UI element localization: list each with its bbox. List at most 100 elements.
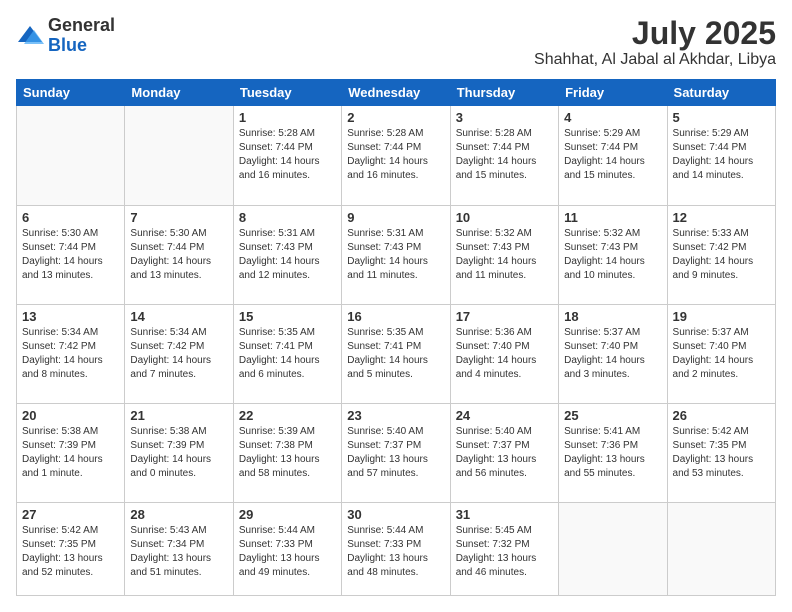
day-info: Sunrise: 5:38 AMSunset: 7:39 PMDaylight:… <box>130 425 227 481</box>
header: General Blue July 2025 Shahhat, Al Jabal… <box>16 16 776 69</box>
day-number: 18 <box>564 309 661 324</box>
calendar-cell: 28 Sunrise: 5:43 AMSunset: 7:34 PMDayligh… <box>125 503 233 596</box>
day-number: 12 <box>673 210 770 225</box>
day-info: Sunrise: 5:35 AMSunset: 7:41 PMDaylight:… <box>347 326 444 382</box>
day-number: 7 <box>130 210 227 225</box>
calendar-cell: 21Sunrise: 5:38 AMSunset: 7:39 PMDayligh… <box>125 404 233 503</box>
calendar-cell: 18 Sunrise: 5:37 AMSunset: 7:40 PMDayligh… <box>559 304 667 403</box>
day-info: Sunrise: 5:30 AMSunset: 7:44 PMDaylight:… <box>130 227 227 283</box>
calendar-cell <box>17 106 125 205</box>
day-number: 2 <box>347 110 444 125</box>
day-info: Sunrise: 5:44 AMSunset: 7:33 PMDaylight:… <box>239 524 336 580</box>
logo-text: General Blue <box>48 16 115 56</box>
day-number: 22 <box>239 408 336 423</box>
calendar-header-sunday: Sunday <box>17 80 125 106</box>
calendar-cell: 31 Sunrise: 5:45 AMSunset: 7:32 PMDayligh… <box>450 503 558 596</box>
day-info: Sunrise: 5:37 AMSunset: 7:40 PMDaylight:… <box>564 326 661 382</box>
calendar-cell: 30Sunrise: 5:44 AMSunset: 7:33 PMDayligh… <box>342 503 450 596</box>
day-info: Sunrise: 5:35 AMSunset: 7:41 PMDaylight:… <box>239 326 336 382</box>
day-info: Sunrise: 5:31 AMSunset: 7:43 PMDaylight:… <box>239 227 336 283</box>
day-number: 6 <box>22 210 119 225</box>
day-info: Sunrise: 5:31 AMSunset: 7:43 PMDaylight:… <box>347 227 444 283</box>
calendar-cell: 17 Sunrise: 5:36 AMSunset: 7:40 PMDayligh… <box>450 304 558 403</box>
calendar-header-saturday: Saturday <box>667 80 775 106</box>
day-info: Sunrise: 5:42 AMSunset: 7:35 PMDaylight:… <box>673 425 770 481</box>
location-title: Shahhat, Al Jabal al Akhdar, Libya <box>534 51 776 69</box>
day-info: Sunrise: 5:37 AMSunset: 7:40 PMDaylight:… <box>673 326 770 382</box>
day-info: Sunrise: 5:43 AMSunset: 7:34 PMDaylight:… <box>130 524 227 580</box>
calendar: SundayMondayTuesdayWednesdayThursdayFrid… <box>16 79 776 596</box>
day-number: 4 <box>564 110 661 125</box>
calendar-cell: 27 Sunrise: 5:42 AMSunset: 7:35 PMDayligh… <box>17 503 125 596</box>
calendar-cell: 26Sunrise: 5:42 AMSunset: 7:35 PMDayligh… <box>667 404 775 503</box>
calendar-week-5: 27 Sunrise: 5:42 AMSunset: 7:35 PMDayligh… <box>17 503 776 596</box>
calendar-cell: 6 Sunrise: 5:30 AMSunset: 7:44 PMDaylight… <box>17 205 125 304</box>
day-info: Sunrise: 5:32 AMSunset: 7:43 PMDaylight:… <box>564 227 661 283</box>
logo-blue: Blue <box>48 35 87 55</box>
calendar-cell: 13 Sunrise: 5:34 AMSunset: 7:42 PMDayligh… <box>17 304 125 403</box>
day-info: Sunrise: 5:29 AMSunset: 7:44 PMDaylight:… <box>564 127 661 183</box>
day-info: Sunrise: 5:45 AMSunset: 7:32 PMDaylight:… <box>456 524 553 580</box>
page: General Blue July 2025 Shahhat, Al Jabal… <box>0 0 792 612</box>
day-number: 27 <box>22 507 119 522</box>
day-number: 3 <box>456 110 553 125</box>
calendar-cell: 11 Sunrise: 5:32 AMSunset: 7:43 PMDayligh… <box>559 205 667 304</box>
calendar-cell: 14Sunrise: 5:34 AMSunset: 7:42 PMDayligh… <box>125 304 233 403</box>
day-number: 16 <box>347 309 444 324</box>
calendar-cell: 22 Sunrise: 5:39 AMSunset: 7:38 PMDayligh… <box>233 404 341 503</box>
calendar-cell: 10 Sunrise: 5:32 AMSunset: 7:43 PMDayligh… <box>450 205 558 304</box>
calendar-header-friday: Friday <box>559 80 667 106</box>
day-info: Sunrise: 5:40 AMSunset: 7:37 PMDaylight:… <box>456 425 553 481</box>
calendar-header-tuesday: Tuesday <box>233 80 341 106</box>
calendar-cell <box>559 503 667 596</box>
day-info: Sunrise: 5:28 AMSunset: 7:44 PMDaylight:… <box>347 127 444 183</box>
day-number: 28 <box>130 507 227 522</box>
day-number: 11 <box>564 210 661 225</box>
day-number: 24 <box>456 408 553 423</box>
day-number: 10 <box>456 210 553 225</box>
month-title: July 2025 <box>534 16 776 51</box>
day-info: Sunrise: 5:30 AMSunset: 7:44 PMDaylight:… <box>22 227 119 283</box>
day-info: Sunrise: 5:33 AMSunset: 7:42 PMDaylight:… <box>673 227 770 283</box>
calendar-cell: 20 Sunrise: 5:38 AMSunset: 7:39 PMDayligh… <box>17 404 125 503</box>
day-info: Sunrise: 5:39 AMSunset: 7:38 PMDaylight:… <box>239 425 336 481</box>
day-info: Sunrise: 5:40 AMSunset: 7:37 PMDaylight:… <box>347 425 444 481</box>
day-info: Sunrise: 5:41 AMSunset: 7:36 PMDaylight:… <box>564 425 661 481</box>
day-info: Sunrise: 5:28 AMSunset: 7:44 PMDaylight:… <box>239 127 336 183</box>
day-info: Sunrise: 5:34 AMSunset: 7:42 PMDaylight:… <box>130 326 227 382</box>
day-number: 30 <box>347 507 444 522</box>
day-number: 29 <box>239 507 336 522</box>
calendar-cell: 19Sunrise: 5:37 AMSunset: 7:40 PMDayligh… <box>667 304 775 403</box>
day-info: Sunrise: 5:34 AMSunset: 7:42 PMDaylight:… <box>22 326 119 382</box>
calendar-cell: 7 Sunrise: 5:30 AMSunset: 7:44 PMDaylight… <box>125 205 233 304</box>
calendar-cell: 23 Sunrise: 5:40 AMSunset: 7:37 PMDayligh… <box>342 404 450 503</box>
calendar-cell: 3Sunrise: 5:28 AMSunset: 7:44 PMDaylight… <box>450 106 558 205</box>
calendar-cell: 24 Sunrise: 5:40 AMSunset: 7:37 PMDayligh… <box>450 404 558 503</box>
calendar-cell: 1 Sunrise: 5:28 AMSunset: 7:44 PMDaylight… <box>233 106 341 205</box>
calendar-header-monday: Monday <box>125 80 233 106</box>
day-info: Sunrise: 5:42 AMSunset: 7:35 PMDaylight:… <box>22 524 119 580</box>
calendar-cell: 4 Sunrise: 5:29 AMSunset: 7:44 PMDaylight… <box>559 106 667 205</box>
logo-icon <box>16 22 44 50</box>
day-info: Sunrise: 5:32 AMSunset: 7:43 PMDaylight:… <box>456 227 553 283</box>
calendar-header-thursday: Thursday <box>450 80 558 106</box>
calendar-cell: 2 Sunrise: 5:28 AMSunset: 7:44 PMDaylight… <box>342 106 450 205</box>
day-number: 31 <box>456 507 553 522</box>
day-number: 20 <box>22 408 119 423</box>
calendar-header-row: SundayMondayTuesdayWednesdayThursdayFrid… <box>17 80 776 106</box>
calendar-cell: 25Sunrise: 5:41 AMSunset: 7:36 PMDayligh… <box>559 404 667 503</box>
day-info: Sunrise: 5:38 AMSunset: 7:39 PMDaylight:… <box>22 425 119 481</box>
logo: General Blue <box>16 16 115 56</box>
calendar-week-3: 13 Sunrise: 5:34 AMSunset: 7:42 PMDayligh… <box>17 304 776 403</box>
calendar-week-1: 1 Sunrise: 5:28 AMSunset: 7:44 PMDaylight… <box>17 106 776 205</box>
day-number: 17 <box>456 309 553 324</box>
calendar-cell: 8 Sunrise: 5:31 AMSunset: 7:43 PMDaylight… <box>233 205 341 304</box>
day-number: 13 <box>22 309 119 324</box>
day-number: 1 <box>239 110 336 125</box>
calendar-cell: 9Sunrise: 5:31 AMSunset: 7:43 PMDaylight… <box>342 205 450 304</box>
day-number: 23 <box>347 408 444 423</box>
day-number: 8 <box>239 210 336 225</box>
day-info: Sunrise: 5:36 AMSunset: 7:40 PMDaylight:… <box>456 326 553 382</box>
calendar-week-2: 6 Sunrise: 5:30 AMSunset: 7:44 PMDaylight… <box>17 205 776 304</box>
calendar-week-4: 20 Sunrise: 5:38 AMSunset: 7:39 PMDayligh… <box>17 404 776 503</box>
